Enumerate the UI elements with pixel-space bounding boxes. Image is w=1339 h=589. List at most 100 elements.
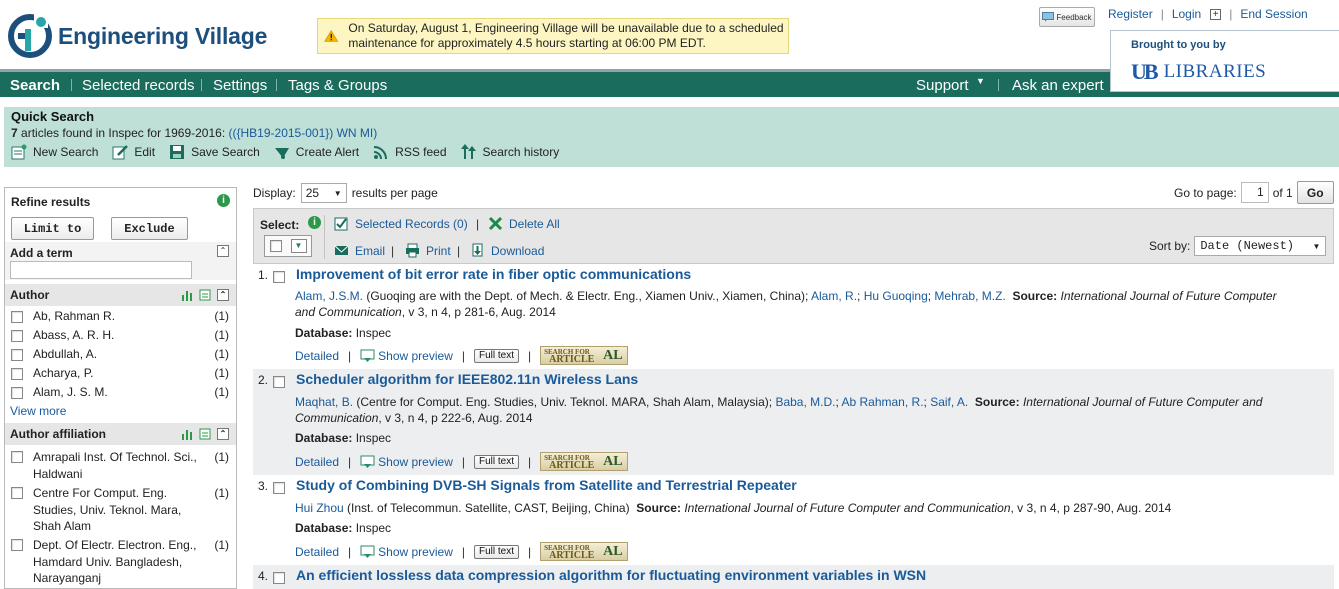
facet-label: Centre For Comput. Eng. Studies, Univ. T… — [33, 486, 182, 533]
author-link[interactable]: Hui Zhou — [295, 501, 344, 515]
search-query[interactable]: (({HB19-2015-001}) WN MI) — [229, 126, 378, 140]
author-link[interactable]: Hu Guoqing — [864, 289, 928, 303]
info-icon[interactable]: i — [308, 216, 321, 229]
affiliation-facet-item[interactable]: Centre For Comput. Eng. Studies, Univ. T… — [5, 485, 236, 537]
search-for-article-button[interactable]: SEARCH FOR ARTICLE AL — [540, 542, 629, 561]
ub-libraries-logo[interactable]: UB LIBRARIES — [1131, 59, 1266, 85]
author-facet-item[interactable]: Acharya, P. (1) — [5, 366, 236, 385]
chart-icon[interactable] — [181, 428, 193, 440]
nav-ask-expert[interactable]: Ask an expert — [1012, 77, 1104, 94]
detailed-link[interactable]: Detailed — [295, 349, 339, 363]
nav-tags-groups[interactable]: Tags & Groups — [288, 77, 387, 94]
export-icon[interactable] — [199, 428, 211, 440]
record-title[interactable]: Improvement of bit error rate in fiber o… — [296, 266, 691, 282]
search-for-article-button[interactable]: SEARCH FOR ARTICLE AL — [540, 452, 629, 471]
affiliation-facet-header[interactable]: Author affiliation ⌃ — [5, 423, 236, 445]
expand-login-icon[interactable]: + — [1210, 8, 1222, 20]
author-link[interactable]: Maqhat, B. — [295, 395, 353, 409]
author-link[interactable]: Mehrab, M.Z. — [934, 289, 1005, 303]
results-per-page-value: 25 — [305, 186, 320, 200]
page-input[interactable]: 1 — [1240, 182, 1269, 203]
add-term-input[interactable] — [10, 261, 192, 279]
facet-count: (1) — [214, 385, 229, 399]
collapse-icon[interactable]: ⌃ — [217, 289, 229, 301]
sort-select[interactable]: Date (Newest) ▼ — [1194, 236, 1327, 256]
checkbox[interactable] — [11, 451, 23, 463]
end-session-link[interactable]: End Session — [1240, 7, 1307, 21]
checkbox[interactable] — [11, 387, 23, 399]
full-text-button[interactable]: Full text — [473, 348, 519, 363]
record-checkbox[interactable] — [273, 572, 285, 584]
search-for-article-button[interactable]: SEARCH FOR ARTICLE AL — [540, 346, 629, 365]
login-link[interactable]: Login — [1172, 7, 1201, 21]
record-checkbox[interactable] — [273, 376, 285, 388]
author-link[interactable]: Alam, R. — [811, 289, 857, 303]
view-more-link[interactable]: View more — [10, 404, 66, 418]
checkbox[interactable] — [11, 539, 23, 551]
author-facet-item[interactable]: Abdullah, A. (1) — [5, 347, 236, 366]
author-link[interactable]: Baba, M.D. — [775, 395, 835, 409]
selected-records-button[interactable]: Selected Records (0) — [334, 216, 468, 231]
select-all-dropdown[interactable]: ▼ — [264, 235, 312, 257]
record-checkbox[interactable] — [273, 271, 285, 283]
show-preview-link[interactable]: Show preview — [360, 545, 453, 559]
delete-all-button[interactable]: Delete All — [488, 216, 560, 231]
nav-support[interactable]: Support — [916, 77, 969, 94]
export-icon[interactable] — [199, 289, 211, 301]
author-facet-header[interactable]: Author ⌃ — [5, 284, 236, 306]
chevron-down-icon[interactable]: ▼ — [290, 239, 307, 253]
nav-selected-records[interactable]: Selected records — [82, 77, 195, 94]
engineering-village-logo[interactable]: Engineering Village — [8, 12, 267, 60]
collapse-icon[interactable]: ⌃ — [217, 428, 229, 440]
author-link[interactable]: Saif, A. — [930, 395, 968, 409]
create-alert-button[interactable]: Create Alert — [274, 144, 359, 160]
delete-x-icon — [488, 216, 503, 231]
record-title[interactable]: Scheduler algorithm for IEEE802.11n Wire… — [296, 371, 638, 387]
info-icon[interactable]: i — [217, 194, 230, 207]
record-checkbox[interactable] — [273, 482, 285, 494]
search-history-button[interactable]: Search history — [460, 144, 559, 160]
feedback-button[interactable]: Feedback — [1039, 7, 1095, 27]
download-button[interactable]: Download — [470, 243, 544, 258]
author-link[interactable]: Alam, J.S.M. — [295, 289, 363, 303]
chart-icon[interactable] — [181, 289, 193, 301]
author-facet-item[interactable]: Ab, Rahman R. (1) — [5, 309, 236, 328]
checkbox[interactable] — [11, 368, 23, 380]
nav-search[interactable]: Search — [10, 77, 60, 94]
affiliation-facet-item[interactable]: Amrapali Inst. Of Technol. Sci., Haldwan… — [5, 449, 236, 485]
print-button[interactable]: Print — [405, 243, 451, 258]
save-search-button[interactable]: Save Search — [169, 144, 260, 160]
nav-settings[interactable]: Settings — [213, 77, 267, 94]
nav-divider — [276, 79, 277, 91]
checkbox[interactable] — [11, 311, 23, 323]
limit-to-button[interactable]: Limit to — [11, 217, 94, 240]
checkbox[interactable] — [11, 330, 23, 342]
notice-text: On Saturday, August 1, Engineering Villa… — [348, 21, 784, 50]
email-button[interactable]: Email — [334, 243, 385, 258]
results-per-page-select[interactable]: 25 ▼ — [300, 183, 347, 203]
author-facet-item[interactable]: Abass, A. R. H. (1) — [5, 328, 236, 347]
full-text-button[interactable]: Full text — [473, 454, 519, 469]
checkbox[interactable] — [11, 487, 23, 499]
register-link[interactable]: Register — [1108, 7, 1153, 21]
select-all-checkbox[interactable] — [269, 240, 282, 252]
exclude-button[interactable]: Exclude — [111, 217, 188, 240]
detailed-link[interactable]: Detailed — [295, 455, 339, 469]
record-title[interactable]: An efficient lossless data compression a… — [296, 567, 926, 583]
show-preview-link[interactable]: Show preview — [360, 349, 453, 363]
record-title[interactable]: Study of Combining DVB-SH Signals from S… — [296, 477, 797, 493]
affiliation-facet-item[interactable]: Dept. Of Electr. Electron. Eng., Hamdard… — [5, 537, 236, 588]
author-link[interactable]: Ab Rahman, R. — [841, 395, 923, 409]
collapse-icon[interactable]: ⌃ — [217, 245, 229, 257]
email-icon — [334, 243, 349, 258]
rss-feed-button[interactable]: RSS feed — [373, 144, 447, 160]
full-text-button[interactable]: Full text — [473, 544, 519, 559]
new-search-button[interactable]: New Search — [11, 144, 98, 160]
show-preview-link[interactable]: Show preview — [360, 455, 453, 469]
edit-button[interactable]: Edit — [112, 144, 155, 160]
detailed-link[interactable]: Detailed — [295, 545, 339, 559]
checkbox[interactable] — [11, 349, 23, 361]
support-dropdown-icon[interactable]: ▼ — [976, 76, 985, 86]
author-facet-item[interactable]: Alam, J. S. M. (1) — [5, 385, 236, 404]
go-button[interactable]: Go — [1296, 181, 1334, 204]
